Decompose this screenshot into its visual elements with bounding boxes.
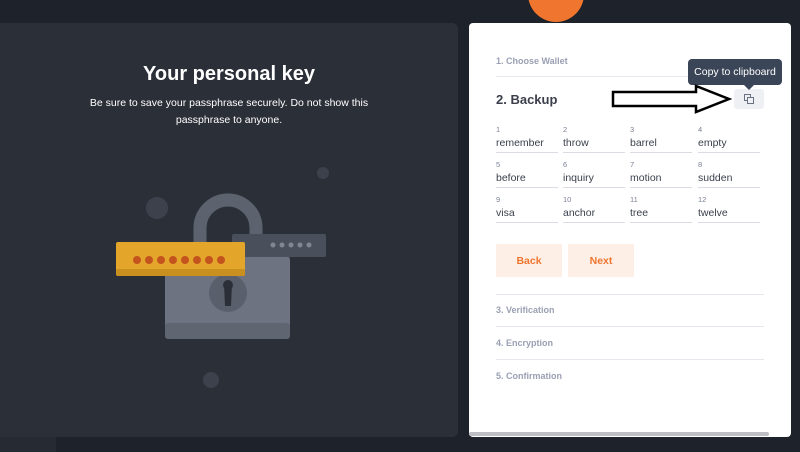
padlock-illustration [116, 167, 329, 388]
passphrase-word-8: 8 sudden [698, 160, 760, 190]
passphrase-word-6: 6 inquiry [563, 160, 625, 190]
copy-icon [744, 94, 754, 104]
lock-body-shade [165, 323, 290, 339]
passphrase-word-2: 2 throw [563, 125, 625, 155]
passphrase-word-9: 9 visa [496, 195, 558, 225]
copy-tooltip: Copy to clipboard [688, 59, 782, 90]
decor-dot [146, 197, 168, 219]
passphrase-word-10: 10 anchor [563, 195, 625, 225]
decor-dot [203, 372, 219, 388]
passphrase-word-3: 3 barrel [630, 125, 692, 155]
arrow-annotation [611, 84, 733, 114]
step-backup: 2. Backup [496, 92, 558, 107]
decor-dot [317, 167, 329, 179]
back-button[interactable]: Back [496, 244, 562, 277]
passphrase-word-11: 11 tree [630, 195, 692, 225]
step-verification[interactable]: 3. Verification [496, 305, 555, 315]
divider [496, 359, 764, 360]
left-info-panel: Your personal key Be sure to save your p… [0, 23, 458, 437]
passphrase-word-5: 5 before [496, 160, 558, 190]
passphrase-word-7: 7 motion [630, 160, 692, 190]
copy-button[interactable] [734, 89, 764, 109]
divider [496, 326, 764, 327]
step-choose-wallet[interactable]: 1. Choose Wallet [496, 56, 568, 66]
passphrase-word-1: 1 remember [496, 125, 558, 155]
password-field-grey [232, 234, 326, 257]
passphrase-word-12: 12 twelve [698, 195, 760, 225]
brand-shape [528, 0, 584, 22]
divider [496, 294, 764, 295]
horizontal-scrollbar[interactable] [469, 432, 769, 436]
bottom-bar [0, 437, 56, 452]
step-confirmation[interactable]: 5. Confirmation [496, 371, 562, 381]
passphrase-word-4: 4 empty [698, 125, 760, 155]
next-button[interactable]: Next [568, 244, 634, 277]
step-encryption[interactable]: 4. Encryption [496, 338, 553, 348]
